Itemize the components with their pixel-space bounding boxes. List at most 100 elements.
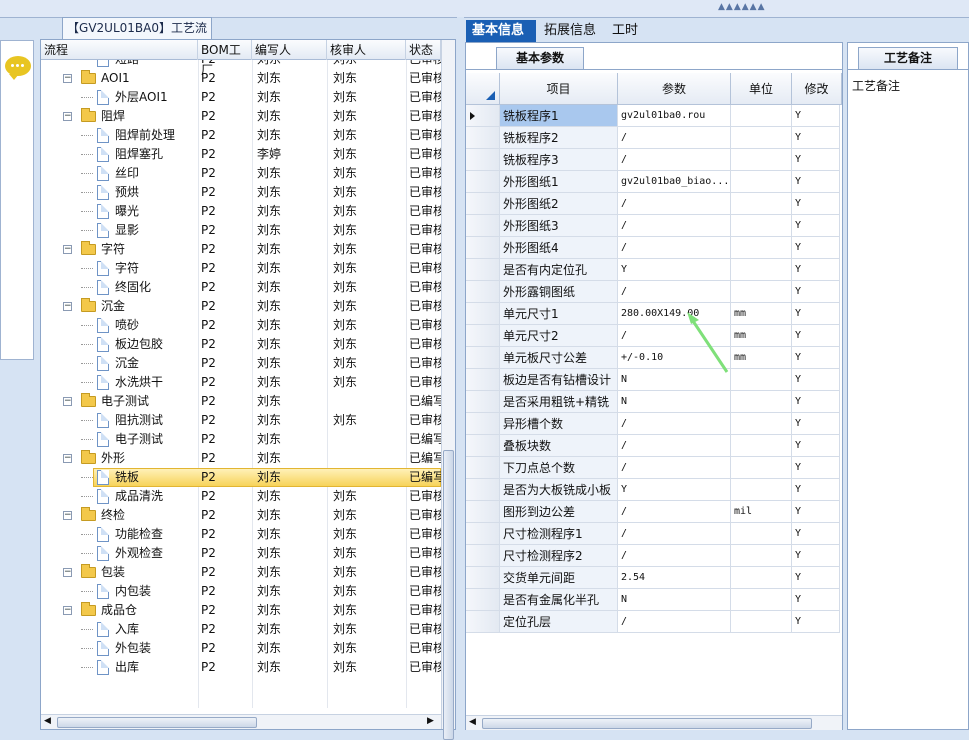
- tree-row[interactable]: 终固化 P2 刘东 刘东 已审核: [41, 278, 441, 297]
- row-indicator[interactable]: [466, 193, 500, 215]
- col-header-status[interactable]: 状态: [406, 40, 441, 60]
- collapse-toggle-icon[interactable]: −: [63, 511, 72, 520]
- grid-horizontal-scrollbar[interactable]: ◀: [466, 715, 842, 730]
- grid-header-modify[interactable]: 修改: [792, 73, 842, 105]
- param-unit-cell[interactable]: [731, 435, 792, 457]
- param-value-cell[interactable]: Y: [618, 259, 731, 281]
- tree-vscroll-thumb[interactable]: [443, 450, 454, 740]
- param-row[interactable]: 是否有内定位孔 Y Y: [466, 259, 842, 281]
- row-indicator[interactable]: [466, 105, 500, 127]
- row-indicator[interactable]: [466, 369, 500, 391]
- col-header-bom[interactable]: BOM工厂: [198, 40, 252, 77]
- param-value-cell[interactable]: /: [618, 413, 731, 435]
- param-row[interactable]: 外形图纸3/ Y: [466, 215, 842, 237]
- param-unit-cell[interactable]: mm: [731, 303, 792, 325]
- chat-bubble-icon[interactable]: [5, 56, 31, 80]
- param-row[interactable]: 是否有金属化半孔 N Y: [466, 589, 842, 611]
- param-row[interactable]: 叠板块数 / Y: [466, 435, 842, 457]
- grid-header-item[interactable]: 项目: [500, 73, 618, 105]
- param-value-cell[interactable]: /: [618, 457, 731, 479]
- row-indicator[interactable]: [466, 303, 500, 325]
- param-value-cell[interactable]: /: [618, 435, 731, 457]
- row-indicator[interactable]: [466, 567, 500, 589]
- param-value-cell[interactable]: /: [618, 237, 731, 259]
- param-unit-cell[interactable]: [731, 215, 792, 237]
- param-value-cell[interactable]: N: [618, 391, 731, 413]
- param-unit-cell[interactable]: [731, 281, 792, 303]
- tree-row[interactable]: 出库 P2 刘东 刘东 已审核: [41, 658, 441, 677]
- param-modify-cell[interactable]: Y: [792, 545, 840, 567]
- row-indicator[interactable]: [466, 281, 500, 303]
- param-unit-cell[interactable]: [731, 523, 792, 545]
- param-row[interactable]: 铣板程序2/ Y: [466, 127, 842, 149]
- param-modify-cell[interactable]: Y: [792, 325, 840, 347]
- tree-row[interactable]: 沉金 P2 刘东 刘东 已审核: [41, 354, 441, 373]
- param-value-cell[interactable]: /: [618, 501, 731, 523]
- panel-splitter[interactable]: [457, 17, 464, 730]
- param-row[interactable]: 单元板尺寸公差 +/-0.10 mm Y: [466, 347, 842, 369]
- param-value-cell[interactable]: N: [618, 589, 731, 611]
- process-flow-tab[interactable]: 【GV2UL01BA0】工艺流程: [62, 17, 212, 55]
- row-indicator[interactable]: [466, 149, 500, 171]
- param-row[interactable]: 是否采用粗铣+精铣 N Y: [466, 391, 842, 413]
- row-indicator[interactable]: [466, 611, 500, 633]
- tree-hscroll-thumb[interactable]: [57, 717, 257, 728]
- scroll-right-icon[interactable]: ▶: [427, 716, 434, 726]
- param-unit-cell[interactable]: mm: [731, 325, 792, 347]
- row-indicator[interactable]: [466, 523, 500, 545]
- tree-row[interactable]: 喷砂 P2 刘东 刘东 已审核: [41, 316, 441, 335]
- param-value-cell[interactable]: /: [618, 545, 731, 567]
- param-modify-cell[interactable]: Y: [792, 457, 840, 479]
- param-modify-cell[interactable]: Y: [792, 105, 840, 127]
- tab-basic-params[interactable]: 基本参数: [496, 47, 584, 69]
- resize-grip-icon[interactable]: ▲▲▲▲▲▲: [718, 2, 766, 12]
- tree-row[interactable]: − 电子测试 P2 刘东 已编写: [41, 392, 441, 411]
- row-indicator[interactable]: [466, 479, 500, 501]
- param-modify-cell[interactable]: Y: [792, 501, 840, 523]
- param-value-cell[interactable]: /: [618, 127, 731, 149]
- tree-row[interactable]: 外层AOI1 P2 刘东 刘东 已审核: [41, 88, 441, 107]
- param-value-cell[interactable]: gv2ul01ba0.rou: [618, 105, 731, 127]
- row-indicator[interactable]: [466, 501, 500, 523]
- row-indicator[interactable]: [466, 325, 500, 347]
- param-unit-cell[interactable]: mil: [731, 501, 792, 523]
- param-unit-cell[interactable]: [731, 149, 792, 171]
- row-indicator[interactable]: [466, 215, 500, 237]
- param-unit-cell[interactable]: [731, 589, 792, 611]
- collapse-toggle-icon[interactable]: −: [63, 397, 72, 406]
- param-row[interactable]: 外形图纸4/ Y: [466, 237, 842, 259]
- collapse-toggle-icon[interactable]: −: [63, 245, 72, 254]
- param-unit-cell[interactable]: mm: [731, 347, 792, 369]
- param-modify-cell[interactable]: Y: [792, 523, 840, 545]
- tree-row[interactable]: − 沉金 P2 刘东 刘东 已审核: [41, 297, 441, 316]
- param-value-cell[interactable]: /: [618, 281, 731, 303]
- param-unit-cell[interactable]: [731, 545, 792, 567]
- param-modify-cell[interactable]: Y: [792, 193, 840, 215]
- param-modify-cell[interactable]: Y: [792, 435, 840, 457]
- tree-row[interactable]: 预烘 P2 刘东 刘东 已审核: [41, 183, 441, 202]
- row-indicator[interactable]: [466, 457, 500, 479]
- param-modify-cell[interactable]: Y: [792, 127, 840, 149]
- tree-row[interactable]: 显影 P2 刘东 刘东 已审核: [41, 221, 441, 240]
- tree-row[interactable]: 外观检查 P2 刘东 刘东 已审核: [41, 544, 441, 563]
- param-row[interactable]: 尺寸检测程序1/ Y: [466, 523, 842, 545]
- scroll-left-icon[interactable]: ◀: [469, 717, 476, 727]
- row-indicator[interactable]: [466, 237, 500, 259]
- col-header-reviewer[interactable]: 核审人: [327, 40, 406, 60]
- row-indicator[interactable]: [466, 545, 500, 567]
- grid-header-unit[interactable]: 单位: [731, 73, 792, 105]
- row-indicator[interactable]: [466, 127, 500, 149]
- collapse-toggle-icon[interactable]: −: [63, 454, 72, 463]
- param-unit-cell[interactable]: [731, 127, 792, 149]
- param-row[interactable]: 定位孔层 / Y: [466, 611, 842, 633]
- param-row[interactable]: 单元尺寸1 280.00X149.00 mm Y: [466, 303, 842, 325]
- tree-row[interactable]: 板边包胶 P2 刘东 刘东 已审核: [41, 335, 441, 354]
- param-row[interactable]: 交货单元间距 2.54 Y: [466, 567, 842, 589]
- param-row[interactable]: 外形露铜图纸 / Y: [466, 281, 842, 303]
- param-value-cell[interactable]: /: [618, 149, 731, 171]
- tree-row[interactable]: − 包装 P2 刘东 刘东 已审核: [41, 563, 441, 582]
- param-row[interactable]: 外形图纸2/ Y: [466, 193, 842, 215]
- tree-row[interactable]: 阻抗测试 P2 刘东 刘东 已审核: [41, 411, 441, 430]
- tree-row[interactable]: 电子测试 P2 刘东 已编写: [41, 430, 441, 449]
- tab-work-hours[interactable]: 工时: [606, 20, 644, 42]
